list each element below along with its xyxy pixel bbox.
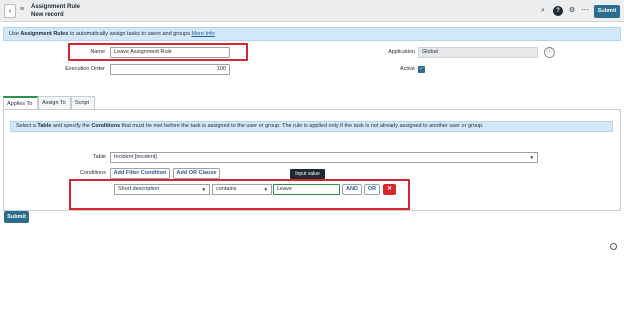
table-label: Table — [92, 154, 106, 160]
remove-condition-button[interactable]: ✕ — [383, 184, 396, 195]
applies-info-table: Table — [37, 123, 52, 129]
condition-operator-select[interactable]: contains ▼ — [212, 184, 272, 195]
condition-field-select[interactable]: Short description ▼ — [114, 184, 210, 195]
conditions-label: Conditions — [80, 170, 106, 176]
add-filter-condition-button[interactable]: Add Filter Condition — [110, 168, 170, 179]
circle-icon[interactable]: · — [610, 243, 617, 250]
tab-applies-to[interactable]: Applies To — [3, 96, 38, 109]
hamburger-icon[interactable]: ≡ — [20, 6, 24, 13]
highlight-name — [68, 43, 248, 61]
add-or-clause-button[interactable]: Add OR Clause — [173, 168, 220, 179]
back-button[interactable]: ‹ — [4, 4, 16, 18]
info-suffix: to automatically assign tasks to users a… — [68, 31, 192, 37]
condition-field-value: Short description — [118, 186, 160, 192]
info-message: Use Assignment Rules to automatically as… — [3, 27, 621, 41]
settings-icon[interactable]: ⚙ — [567, 6, 577, 16]
execution-order-input[interactable]: 100 — [110, 64, 230, 75]
application-field: Global — [418, 47, 538, 58]
applies-info-suffix: that must be met before the task is assi… — [120, 123, 484, 129]
applies-info-prefix: Select a — [16, 123, 38, 129]
condition-operator-value: contains — [216, 186, 237, 192]
tab-assign-to[interactable]: Assign To — [38, 96, 71, 109]
form-header: ‹ ≡ Assignment Rule New record ⌕ ? ⚙ ⋯ S… — [0, 0, 624, 22]
submit-button-top[interactable]: Submit — [594, 5, 620, 18]
condition-value-input[interactable]: Leave — [273, 184, 340, 195]
active-label: Active — [400, 66, 415, 72]
info-prefix: Use — [9, 31, 21, 37]
execution-order-label: Execution Order — [65, 66, 105, 72]
applies-to-info: Select a Table and specify the Condition… — [10, 121, 613, 132]
applies-info-conditions: Conditions — [91, 123, 121, 129]
title-text: Assignment Rule — [31, 4, 81, 10]
application-label: Application — [388, 49, 415, 55]
table-select[interactable]: Incident [incident] ▼ — [110, 152, 538, 163]
page-title: Assignment Rule New record — [31, 3, 80, 19]
help-icon[interactable]: ? — [553, 6, 563, 16]
submit-button-bottom[interactable]: Submit — [4, 211, 29, 223]
more-icon[interactable]: ⋯ — [580, 6, 590, 16]
chevron-down-icon: ▼ — [263, 187, 268, 192]
and-button[interactable]: AND — [342, 184, 362, 195]
chevron-left-icon: ‹ — [8, 6, 12, 15]
tab-script[interactable]: Script — [71, 96, 95, 109]
paperclip-icon[interactable]: ⌕ — [538, 6, 548, 16]
or-button[interactable]: OR — [364, 184, 380, 195]
chevron-down-icon: ▼ — [201, 187, 206, 192]
active-checkbox[interactable]: ✓ — [418, 66, 425, 73]
chevron-down-icon: ▼ — [529, 155, 534, 160]
subtitle-text: New record — [31, 12, 64, 18]
input-value-tooltip: Input value — [290, 169, 325, 179]
table-select-value: Incident [incident] — [114, 154, 157, 160]
info-circle-icon[interactable]: ⓘ — [544, 47, 555, 58]
applies-info-mid: and specify the — [51, 123, 92, 129]
more-info-link[interactable]: More Info — [192, 31, 215, 37]
info-bold: Assignment Rules — [20, 31, 69, 37]
